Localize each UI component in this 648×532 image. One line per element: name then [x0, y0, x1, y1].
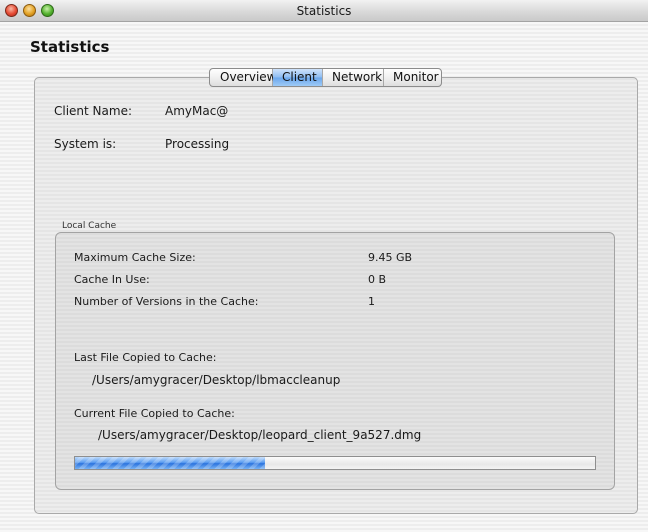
current-file-path: /Users/amygracer/Desktop/leopard_client_… — [98, 428, 422, 442]
last-file-label: Last File Copied to Cache: — [74, 351, 217, 364]
cache-in-use-label: Cache In Use: — [74, 273, 150, 286]
copy-progress-bar — [74, 456, 596, 470]
tab-client[interactable]: Client — [273, 69, 323, 86]
tab-monitor[interactable]: Monitor — [384, 69, 441, 86]
copy-progress-fill — [75, 457, 265, 469]
tab-network[interactable]: Network — [323, 69, 384, 86]
client-name-value: AmyMac@ — [165, 104, 229, 118]
max-cache-size-label: Maximum Cache Size: — [74, 251, 196, 264]
local-cache-section-label: Local Cache — [62, 221, 117, 231]
statistics-window: Statistics Statistics Overview Client Ne… — [0, 0, 648, 532]
tab-bar: Overview Client Network Monitor — [209, 68, 442, 87]
cache-in-use-value: 0 B — [368, 273, 387, 286]
last-file-path: /Users/amygracer/Desktop/lbmaccleanup — [92, 373, 341, 387]
versions-count-value: 1 — [368, 295, 375, 308]
client-name-label: Client Name: — [54, 104, 132, 118]
title-bar[interactable]: Statistics — [0, 0, 648, 22]
system-status-value: Processing — [165, 137, 230, 151]
versions-count-label: Number of Versions in the Cache: — [74, 295, 259, 308]
max-cache-size-value: 9.45 GB — [368, 251, 413, 264]
current-file-label: Current File Copied to Cache: — [74, 407, 235, 420]
window-title: Statistics — [296, 4, 352, 18]
system-status-label: System is: — [54, 137, 117, 151]
tab-overview[interactable]: Overview — [210, 69, 277, 86]
page-title: Statistics — [30, 38, 110, 56]
